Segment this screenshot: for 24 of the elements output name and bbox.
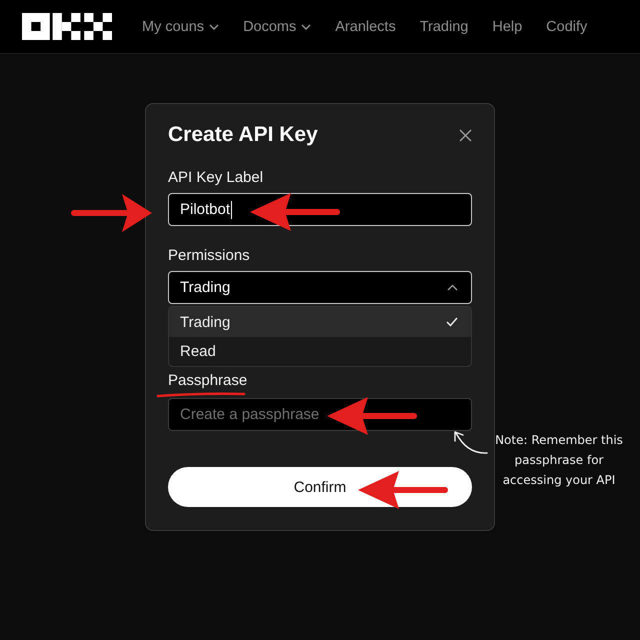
field-label: Passphrase [168,372,248,390]
nav-link[interactable]: My couns [142,18,220,34]
nav-link[interactable]: Help [492,18,522,34]
dropdown-option[interactable]: Trading [169,307,471,337]
dialog-title: Create API Key [168,122,318,148]
confirm-button[interactable]: Confirm [168,467,472,507]
field-label: Permissions [168,247,251,265]
close-icon [459,128,472,142]
annotation-note: Note: Remember this passphrase for accessing your API [494,432,624,489]
logo-icon[interactable] [22,13,112,40]
nav-link[interactable]: Docoms [243,18,312,34]
select-field[interactable]: Trading [168,271,472,304]
curved-arrow [452,430,488,456]
chevron-up-icon [447,284,458,291]
check-icon [446,317,458,327]
nav-link[interactable]: Codify [546,18,588,34]
close-button[interactable] [459,128,472,142]
field-label: API Key Label [168,169,264,187]
nav-link[interactable]: Aranlects [335,18,396,34]
text-input[interactable]: Pilotbot [168,193,472,226]
dropdown-option[interactable]: Read [169,337,471,366]
nav-link[interactable]: Trading [420,18,468,34]
text-cursor-icon [231,200,232,218]
text-input[interactable]: Create a passphrase [168,398,472,431]
